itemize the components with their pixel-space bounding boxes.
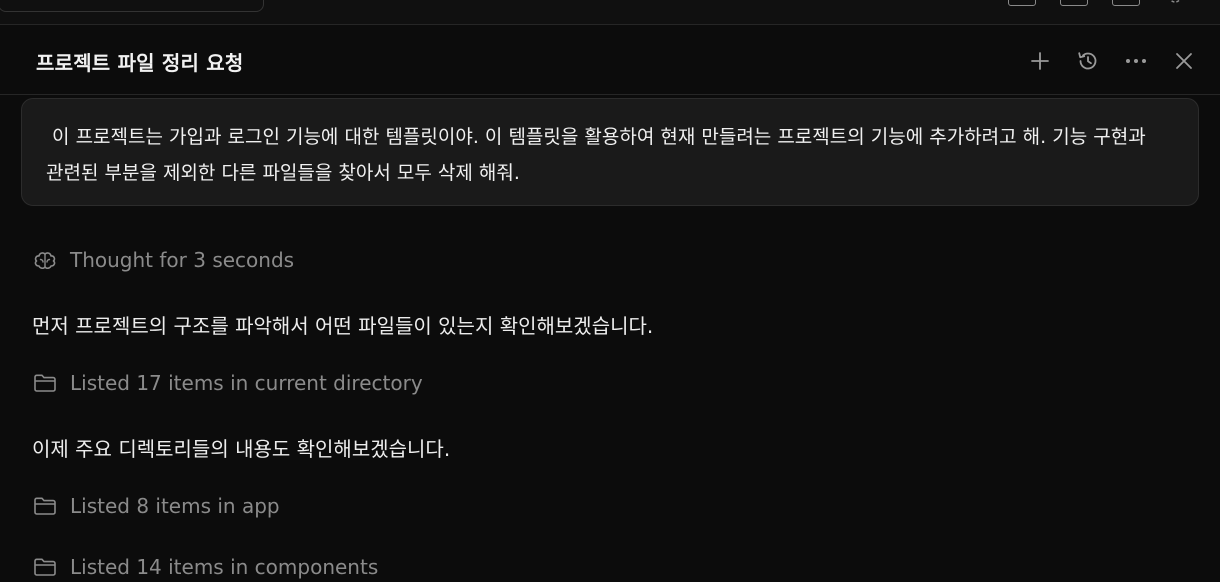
assistant-message: 먼저 프로젝트의 구조를 파악해서 어떤 파일들이 있는지 확인해보겠습니다. xyxy=(32,310,653,339)
settings-icon[interactable] xyxy=(1166,0,1184,6)
tool-call-label: Listed 14 items in components xyxy=(70,555,379,579)
more-icon xyxy=(1126,59,1146,63)
more-options-button[interactable] xyxy=(1124,49,1148,73)
tool-call-label: Listed 8 items in app xyxy=(70,494,280,518)
folder-icon xyxy=(32,372,58,394)
header-actions xyxy=(1028,49,1196,73)
thought-duration-label: Thought for 3 seconds xyxy=(70,248,295,272)
tool-call-label: Listed 17 items in current directory xyxy=(70,371,423,395)
assistant-message-text: 먼저 프로젝트의 구조를 파악해서 어떤 파일들이 있는지 확인해보겠습니다. xyxy=(32,314,654,338)
layout-left-icon[interactable] xyxy=(1008,0,1036,6)
history-icon xyxy=(1078,52,1097,70)
assistant-message-text: 이제 주요 디렉토리들의 내용도 확인해보겠습니다. xyxy=(32,437,451,461)
chat-panel-header: 프로젝트 파일 정리 요청 xyxy=(0,25,1220,95)
new-chat-button[interactable] xyxy=(1028,49,1052,73)
user-message-text: 이 프로젝트는 가입과 로그인 기능에 대한 템플릿이야. 이 템플릿을 활용하… xyxy=(46,126,1152,184)
plus-icon xyxy=(1031,52,1049,70)
brain-icon xyxy=(32,249,58,271)
window-top-strip xyxy=(0,0,1220,25)
search-box[interactable] xyxy=(0,0,264,12)
tool-call-list-directory[interactable]: Listed 17 items in current directory xyxy=(32,371,423,395)
user-message-bubble[interactable]: 이 프로젝트는 가입과 로그인 기능에 대한 템플릿이야. 이 템플릿을 활용하… xyxy=(21,98,1199,206)
page-title: 프로젝트 파일 정리 요청 xyxy=(36,51,244,75)
assistant-message: 이제 주요 디렉토리들의 내용도 확인해보겠습니다. xyxy=(32,433,450,462)
tool-call-list-components[interactable]: Listed 14 items in components xyxy=(32,555,378,579)
folder-icon xyxy=(32,556,58,578)
layout-bottom-icon[interactable] xyxy=(1060,0,1088,6)
layout-right-icon[interactable] xyxy=(1112,0,1140,6)
history-button[interactable] xyxy=(1076,49,1100,73)
tool-call-list-app[interactable]: Listed 8 items in app xyxy=(32,494,280,518)
close-icon xyxy=(1176,53,1192,69)
thought-indicator[interactable]: Thought for 3 seconds xyxy=(32,248,294,272)
folder-icon xyxy=(32,495,58,517)
close-panel-button[interactable] xyxy=(1172,49,1196,73)
